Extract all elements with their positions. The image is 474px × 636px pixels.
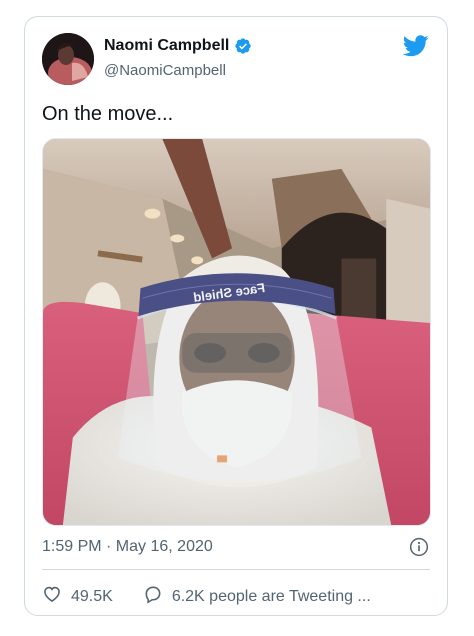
reply-button[interactable]: 6.2K people are Tweeting ... — [143, 584, 371, 609]
speech-bubble-icon — [143, 584, 172, 609]
tweeting-count: 6.2K people are Tweeting ... — [171, 587, 371, 605]
avatar[interactable] — [42, 33, 94, 85]
divider — [42, 569, 430, 570]
heart-icon — [42, 584, 71, 609]
author-name-row[interactable]: Naomi Campbell — [104, 37, 252, 55]
like-count: 49.5K — [71, 587, 113, 605]
verified-badge-icon — [234, 37, 252, 55]
tweet-timestamp[interactable]: 1:59 PM · May 16, 2020 — [42, 538, 213, 556]
author-handle[interactable]: @NaomiCampbell — [104, 62, 226, 79]
tweet-card[interactable]: Naomi Campbell @NaomiCampbell On the mov… — [24, 16, 448, 616]
author-display-name[interactable]: Naomi Campbell — [104, 37, 229, 55]
tweet-text: On the move... — [42, 103, 174, 125]
tweet-photo[interactable]: Face Shield — [42, 138, 431, 526]
tweet-actions: 49.5K 6.2K people are Tweeting ... — [42, 584, 371, 609]
like-button[interactable]: 49.5K — [42, 584, 113, 609]
